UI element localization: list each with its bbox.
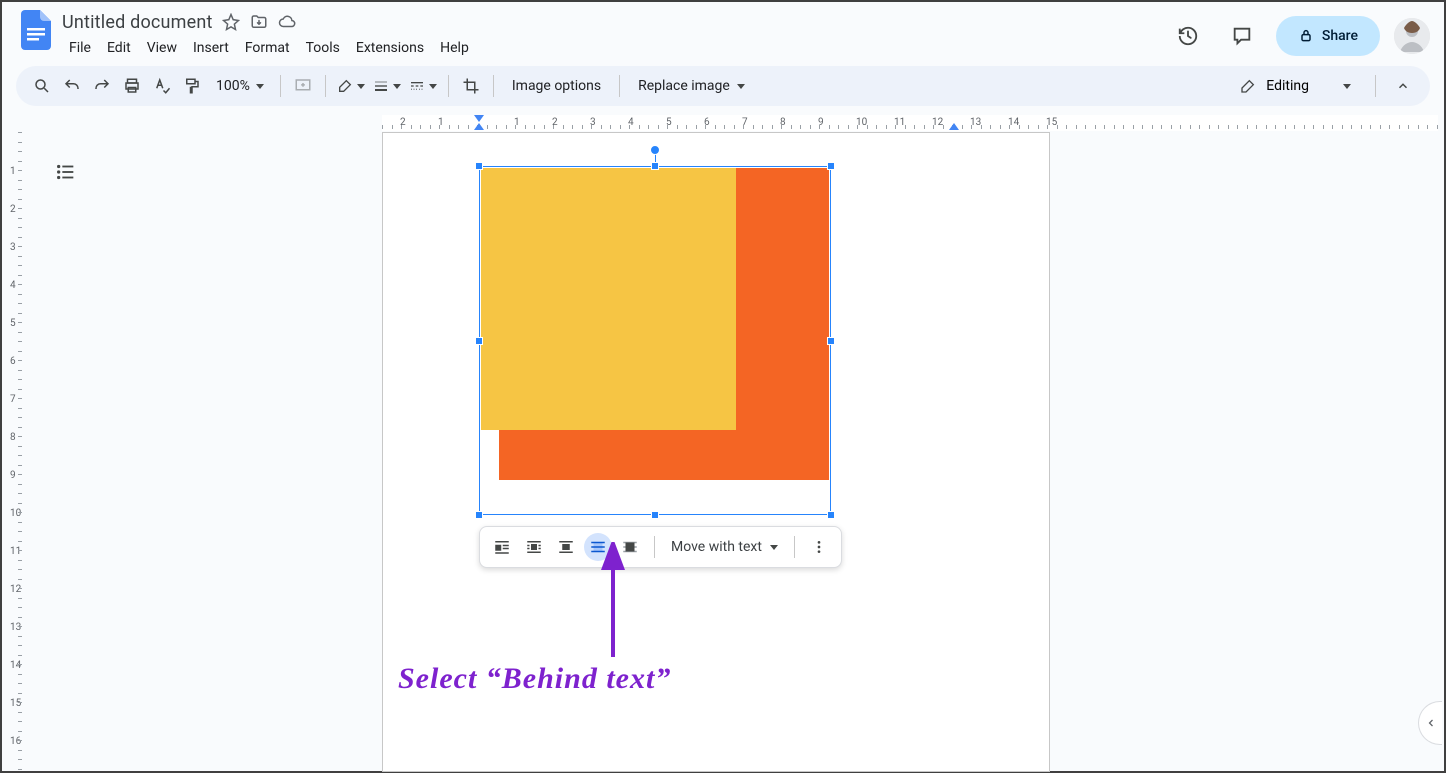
separator bbox=[654, 536, 655, 558]
ruler-tick: 11 bbox=[10, 546, 21, 557]
ruler-tick: 2 bbox=[10, 204, 16, 215]
menu-format[interactable]: Format bbox=[238, 36, 297, 60]
vertical-ruler[interactable]: 12345678910111213141516 bbox=[8, 132, 24, 767]
search-icon[interactable] bbox=[28, 72, 56, 100]
separator bbox=[619, 75, 620, 97]
ruler-tick: 9 bbox=[10, 470, 16, 481]
document-outline-icon[interactable] bbox=[48, 154, 84, 190]
star-icon[interactable] bbox=[221, 12, 241, 32]
ruler-tick: 15 bbox=[10, 698, 21, 709]
history-icon[interactable] bbox=[1168, 16, 1208, 56]
ruler-tick: 7 bbox=[10, 394, 16, 405]
chevron-down-icon bbox=[357, 84, 365, 89]
wrap-inline-icon[interactable] bbox=[488, 533, 516, 561]
resize-handle-s[interactable] bbox=[651, 511, 659, 519]
account-avatar[interactable] bbox=[1394, 18, 1430, 54]
rotate-handle[interactable] bbox=[650, 145, 660, 155]
comments-icon[interactable] bbox=[1222, 16, 1262, 56]
ruler-tick: 16 bbox=[10, 736, 21, 747]
zoom-select[interactable]: 100% bbox=[208, 72, 272, 100]
redo-icon[interactable] bbox=[88, 72, 116, 100]
ruler-tick: 5 bbox=[10, 318, 16, 329]
replace-image-label: Replace image bbox=[638, 78, 730, 94]
ruler-tick: 6 bbox=[10, 356, 16, 367]
ruler-tick: 3 bbox=[10, 242, 16, 253]
collapse-toolbar-icon[interactable] bbox=[1388, 71, 1418, 101]
indent-first-line-marker[interactable] bbox=[474, 115, 484, 122]
side-panel-toggle-icon[interactable] bbox=[1418, 701, 1442, 745]
menu-view[interactable]: View bbox=[140, 36, 184, 60]
separator bbox=[280, 75, 281, 97]
resize-handle-sw[interactable] bbox=[475, 511, 483, 519]
replace-image-button[interactable]: Replace image bbox=[628, 72, 755, 100]
document-page[interactable]: Move with text bbox=[382, 132, 1050, 772]
image-layout-toolbar: Move with text bbox=[479, 526, 842, 568]
undo-icon[interactable] bbox=[58, 72, 86, 100]
menu-edit[interactable]: Edit bbox=[100, 36, 138, 60]
share-button[interactable]: Share bbox=[1276, 16, 1380, 56]
paint-format-icon[interactable] bbox=[178, 72, 206, 100]
share-label: Share bbox=[1322, 28, 1358, 44]
docs-logo-icon[interactable] bbox=[16, 10, 56, 50]
crop-icon[interactable] bbox=[457, 72, 485, 100]
resize-handle-e[interactable] bbox=[827, 337, 835, 345]
break-text-icon[interactable] bbox=[552, 533, 580, 561]
ruler-tick: 4 bbox=[10, 280, 16, 291]
separator bbox=[794, 536, 795, 558]
border-color-icon[interactable] bbox=[334, 72, 368, 100]
separator bbox=[325, 75, 326, 97]
toolbar: 100% Image options Replace image Editing bbox=[16, 66, 1430, 106]
border-dash-icon[interactable] bbox=[406, 72, 440, 100]
chevron-down-icon bbox=[256, 84, 264, 89]
document-title[interactable]: Untitled document bbox=[62, 12, 213, 33]
ruler-tick: 14 bbox=[10, 660, 21, 671]
separator bbox=[448, 75, 449, 97]
resize-handle-se[interactable] bbox=[827, 511, 835, 519]
horizontal-ruler[interactable]: 21123456789101112131415 bbox=[382, 115, 1438, 131]
move-to-folder-icon[interactable] bbox=[249, 12, 269, 32]
menu-tools[interactable]: Tools bbox=[299, 36, 347, 60]
chevron-down-icon bbox=[429, 84, 437, 89]
print-icon[interactable] bbox=[118, 72, 146, 100]
move-with-text-label: Move with text bbox=[671, 539, 762, 555]
ruler-tick: 1 bbox=[10, 166, 16, 177]
ruler-tick: 8 bbox=[10, 432, 16, 443]
border-weight-icon[interactable] bbox=[370, 72, 404, 100]
app-header: Untitled document File Edit View Insert … bbox=[2, 2, 1444, 66]
cloud-status-icon[interactable] bbox=[277, 12, 297, 32]
chevron-down-icon bbox=[737, 84, 745, 89]
resize-handle-n[interactable] bbox=[651, 162, 659, 170]
ruler-tick: 12 bbox=[10, 584, 21, 595]
more-options-icon[interactable] bbox=[805, 533, 833, 561]
separator bbox=[493, 75, 494, 97]
ruler-tick: 13 bbox=[10, 622, 21, 633]
editing-mode-label: Editing bbox=[1266, 78, 1309, 94]
resize-handle-w[interactable] bbox=[475, 337, 483, 345]
menu-help[interactable]: Help bbox=[433, 36, 476, 60]
image-selection-box[interactable] bbox=[479, 166, 831, 515]
move-with-text-select[interactable]: Move with text bbox=[665, 532, 784, 562]
indent-right-marker[interactable] bbox=[949, 123, 959, 130]
wrap-text-icon[interactable] bbox=[520, 533, 548, 561]
resize-handle-nw[interactable] bbox=[475, 162, 483, 170]
spellcheck-icon[interactable] bbox=[148, 72, 176, 100]
menubar: File Edit View Insert Format Tools Exten… bbox=[62, 36, 476, 60]
resize-handle-ne[interactable] bbox=[827, 162, 835, 170]
behind-text-icon[interactable] bbox=[584, 533, 612, 561]
chevron-down-icon bbox=[770, 545, 778, 550]
menu-insert[interactable]: Insert bbox=[186, 36, 236, 60]
zoom-value: 100% bbox=[216, 78, 250, 94]
add-comment-icon[interactable] bbox=[289, 72, 317, 100]
image-options-button[interactable]: Image options bbox=[502, 72, 611, 100]
separator bbox=[1375, 75, 1376, 97]
menu-extensions[interactable]: Extensions bbox=[349, 36, 431, 60]
editing-mode-button[interactable]: Editing bbox=[1228, 71, 1363, 101]
chevron-down-icon bbox=[393, 84, 401, 89]
in-front-of-text-icon[interactable] bbox=[616, 533, 644, 561]
chevron-down-icon bbox=[1343, 84, 1351, 89]
menu-file[interactable]: File bbox=[62, 36, 98, 60]
ruler-tick: 10 bbox=[10, 508, 21, 519]
indent-left-marker[interactable] bbox=[474, 123, 484, 130]
